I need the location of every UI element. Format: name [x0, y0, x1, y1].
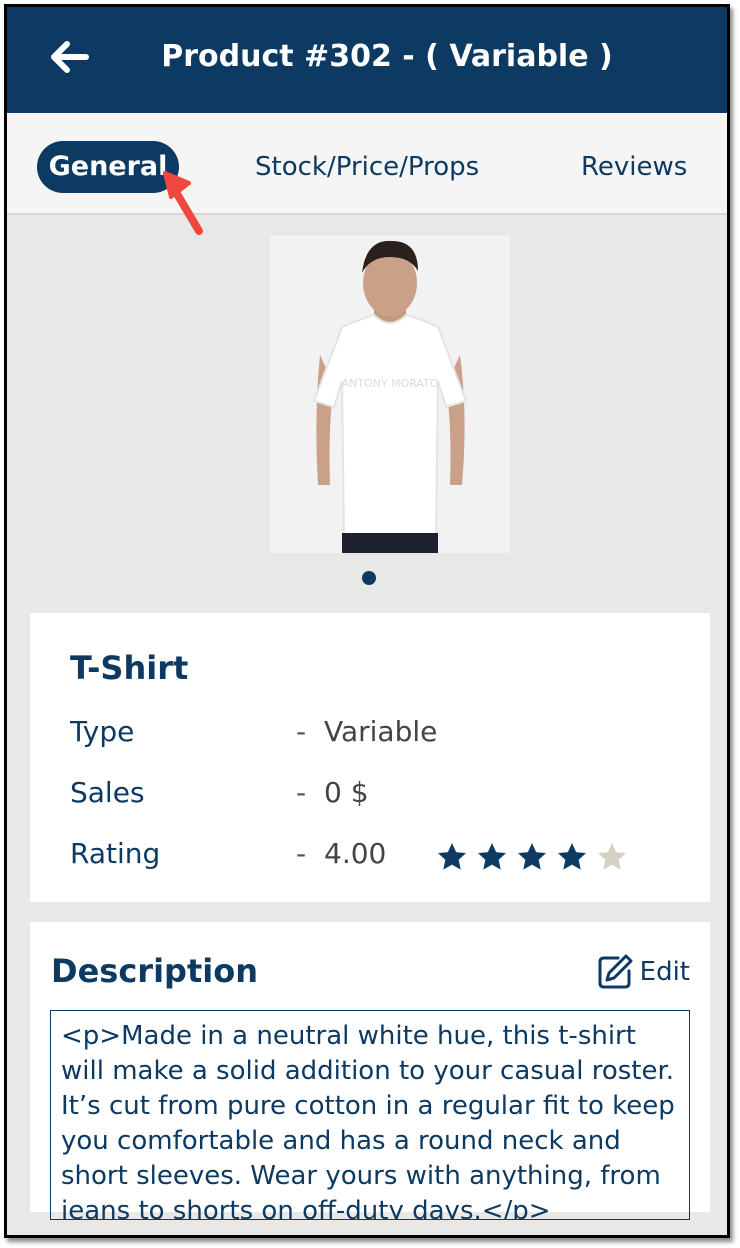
tab-bar: General Stock/Price/Props Reviews: [7, 113, 727, 215]
info-separator: -: [296, 715, 307, 748]
star-empty-icon: [598, 843, 626, 870]
star-filled-icon: [438, 843, 466, 870]
info-row-rating: Rating - 4.00: [70, 837, 670, 877]
gallery-page-indicator[interactable]: [362, 571, 376, 585]
svg-text:ANTONY MORATO: ANTONY MORATO: [342, 377, 439, 390]
rating-stars: [436, 841, 628, 873]
info-label: Rating: [70, 837, 161, 870]
product-name: T-Shirt: [70, 649, 189, 687]
star-filled-icon: [558, 843, 586, 870]
app-screen: Product #302 - ( Variable ) General Stoc…: [4, 4, 730, 1238]
tab-stock-price-props[interactable]: Stock/Price/Props: [255, 141, 479, 193]
arrow-left-icon: [51, 41, 89, 73]
edit-label: Edit: [639, 957, 690, 987]
edit-button[interactable]: Edit: [596, 952, 690, 992]
info-value: 4.00: [324, 837, 387, 870]
info-value: 0 $: [324, 776, 369, 809]
info-value: Variable: [324, 715, 438, 748]
info-label: Type: [70, 715, 135, 748]
product-image[interactable]: ANTONY MORATO: [270, 235, 510, 553]
info-separator: -: [296, 837, 307, 870]
star-filled-icon: [518, 843, 546, 870]
product-info-card: T-Shirt Type - Variable Sales - 0 $ Rati…: [30, 613, 710, 902]
page-title: Product #302 - ( Variable ): [161, 39, 613, 74]
edit-pencil-icon: [598, 954, 633, 989]
star-filled-icon: [478, 843, 506, 870]
back-button[interactable]: [45, 37, 93, 77]
info-label: Sales: [70, 776, 145, 809]
description-textarea[interactable]: <p>Made in a neutral white hue, this t-s…: [50, 1010, 690, 1220]
pointer-arrow-icon: [163, 171, 203, 235]
t-shirt-model-photo: ANTONY MORATO: [270, 235, 510, 553]
tab-reviews[interactable]: Reviews: [581, 141, 687, 193]
info-separator: -: [296, 776, 307, 809]
description-title: Description: [51, 952, 258, 990]
description-card: Description Edit <p>Made in a neutral wh…: [30, 922, 710, 1220]
top-app-bar: Product #302 - ( Variable ): [7, 7, 727, 113]
